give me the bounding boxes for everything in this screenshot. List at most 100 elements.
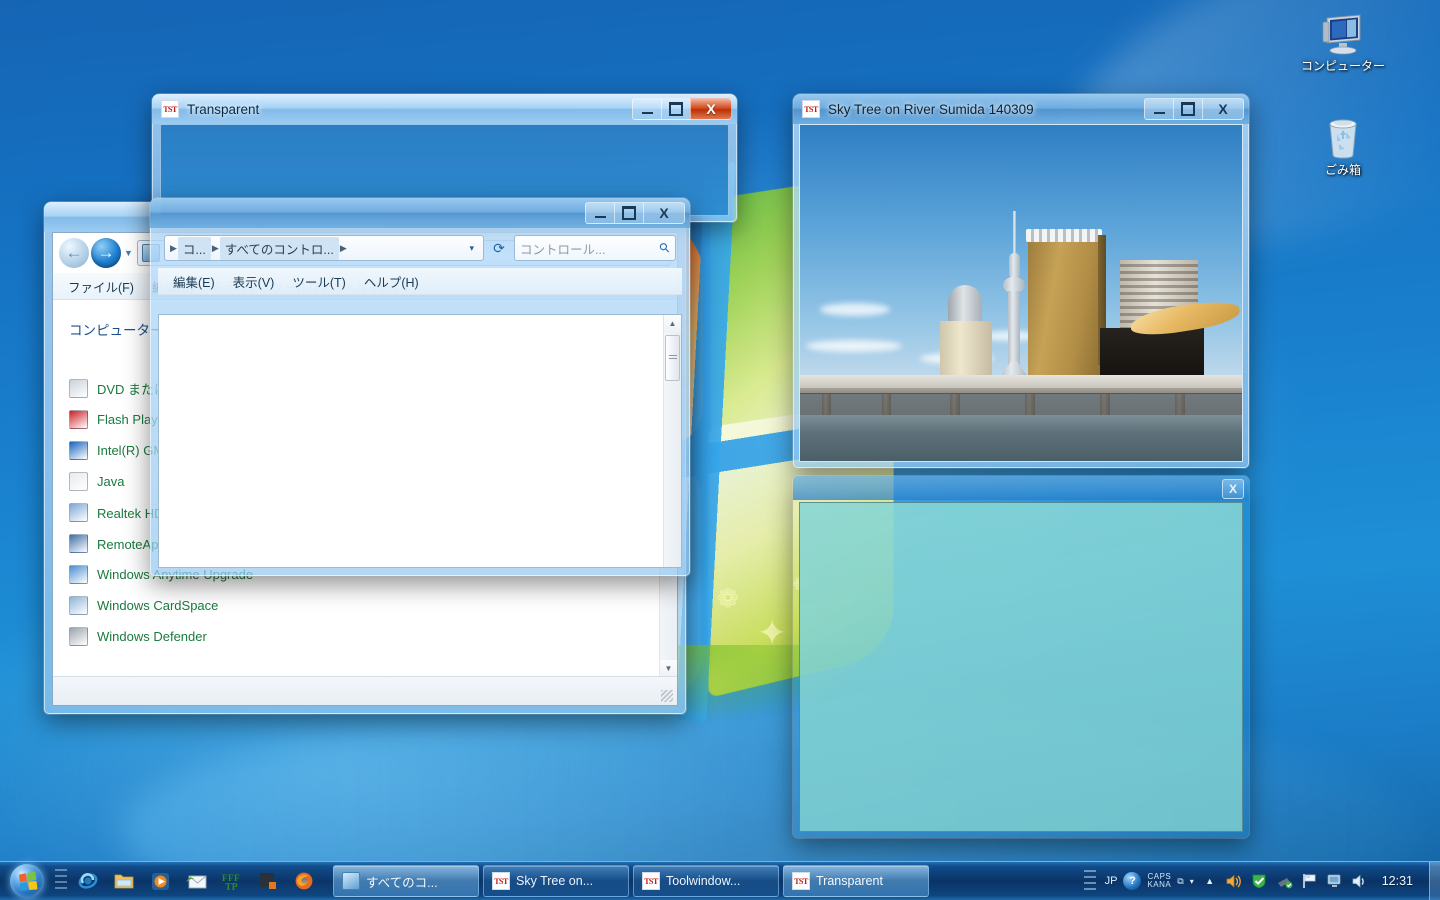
minimize-button[interactable] bbox=[632, 98, 661, 120]
dark-app-icon[interactable] bbox=[257, 870, 279, 892]
show-desktop-button[interactable] bbox=[1429, 862, 1440, 900]
taskbar-button[interactable]: TST Sky Tree on... bbox=[483, 865, 629, 897]
back-button[interactable]: ← bbox=[59, 238, 89, 268]
desktop-icon-computer[interactable]: コンピューター bbox=[1288, 6, 1398, 74]
network-icon[interactable] bbox=[1276, 872, 1294, 890]
ime-help-icon[interactable]: ? bbox=[1123, 872, 1142, 890]
folder-icon[interactable] bbox=[113, 870, 135, 892]
scroll-down-arrow-icon[interactable]: ▼ bbox=[660, 660, 677, 677]
taskbar-window-buttons[interactable]: すべてのコ... TST Sky Tree on... TST Toolwindow..… bbox=[333, 865, 929, 897]
quick-launch-grip[interactable] bbox=[55, 869, 67, 893]
taskbar-button-label: Transparent bbox=[816, 874, 883, 888]
breadcrumb-arrow-icon[interactable]: ▶ bbox=[339, 243, 348, 254]
recycle-bin-icon bbox=[1288, 110, 1398, 160]
resize-grip[interactable] bbox=[661, 690, 673, 702]
ime-kana-label: KANA bbox=[1147, 880, 1172, 889]
chevron-down-icon[interactable]: ▾ bbox=[1190, 877, 1194, 886]
taskbar-button[interactable]: TST Transparent bbox=[783, 865, 929, 897]
flash-icon bbox=[69, 410, 88, 429]
menu-tools[interactable]: ツール(T) bbox=[283, 269, 354, 294]
explorer-status-bar bbox=[53, 676, 677, 705]
ime-language-label[interactable]: JP bbox=[1105, 875, 1118, 887]
system-tray[interactable]: JP ? CAPS KANA ⧉ ▾ ▲ 12:31 bbox=[1083, 862, 1429, 900]
forward-button[interactable]: → bbox=[91, 238, 121, 268]
desktop-icon-label: ごみ箱 bbox=[1324, 163, 1361, 177]
computer-icon bbox=[1288, 6, 1398, 56]
security-shield-icon[interactable] bbox=[1251, 872, 1269, 890]
intel-icon bbox=[69, 441, 88, 460]
transparent-titlebar[interactable]: TST Transparent X bbox=[152, 94, 737, 124]
media-player-icon[interactable] bbox=[149, 870, 171, 892]
maximize-button[interactable] bbox=[1173, 98, 1202, 120]
menu-edit[interactable]: 編集(E) bbox=[164, 269, 224, 294]
tst-app-icon[interactable]: TST bbox=[161, 100, 179, 118]
breadcrumb-item-1[interactable]: すべてのコントロ... bbox=[219, 236, 339, 260]
tst-app-icon: TST bbox=[492, 872, 510, 890]
menu-view[interactable]: 表示(V) bbox=[224, 269, 284, 294]
close-button[interactable]: X bbox=[690, 98, 732, 120]
skytree-titlebar[interactable]: TST Sky Tree on River Sumida 140309 X bbox=[793, 94, 1249, 124]
control-panel-item[interactable]: Windows CardSpace bbox=[69, 590, 677, 621]
tst-app-icon[interactable]: TST bbox=[802, 100, 820, 118]
ime-caps-kana-indicator[interactable]: CAPS KANA bbox=[1147, 872, 1172, 890]
taskbar-button-label: Toolwindow... bbox=[666, 874, 741, 888]
scrollbar-thumb[interactable] bbox=[665, 335, 680, 381]
taskbar-button[interactable]: TST Toolwindow... bbox=[633, 865, 779, 897]
java-icon bbox=[69, 472, 88, 491]
maximize-button[interactable] bbox=[661, 98, 690, 120]
speaker-icon[interactable] bbox=[1351, 872, 1369, 890]
river-water bbox=[800, 415, 1242, 461]
address-bar[interactable]: ▶ コ... ▶ すべてのコントロ... ▶ ▾ bbox=[164, 235, 484, 261]
start-button[interactable] bbox=[2, 863, 52, 899]
taskbar-button[interactable]: すべてのコ... bbox=[333, 865, 479, 897]
flag-action-center-icon[interactable] bbox=[1301, 872, 1319, 890]
chevron-down-icon[interactable]: ▼ bbox=[124, 248, 133, 258]
window-toolwindow[interactable]: X bbox=[793, 476, 1249, 838]
menu-file[interactable]: ファイル(F) bbox=[59, 274, 143, 299]
window-control-panel[interactable]: X ▶ コ... ▶ すべてのコントロ... ▶ ▾ ⟳ コントロール... ⚲… bbox=[150, 198, 690, 576]
close-button[interactable]: X bbox=[643, 202, 685, 224]
control-panel-titlebar[interactable]: X bbox=[150, 198, 690, 228]
refresh-icon[interactable]: ⟳ bbox=[487, 236, 511, 260]
search-icon: ⚲ bbox=[656, 238, 674, 257]
control-panel-item[interactable]: Windows Defender bbox=[69, 621, 677, 652]
maximize-button[interactable] bbox=[614, 202, 643, 224]
toolwindow-titlebar[interactable]: X bbox=[793, 476, 1249, 500]
breadcrumb-arrow-icon: ▶ bbox=[211, 242, 219, 253]
ime-toolbar-icon[interactable]: ⧉ bbox=[1177, 876, 1183, 887]
scroll-up-arrow-icon[interactable]: ▲ bbox=[664, 315, 681, 332]
search-input[interactable]: コントロール... ⚲ bbox=[514, 235, 676, 261]
upgrade-icon bbox=[69, 565, 88, 584]
caption-buttons: X bbox=[632, 98, 732, 120]
ffftp-icon[interactable]: F F F TP bbox=[221, 870, 243, 892]
close-button[interactable]: X bbox=[1202, 98, 1244, 120]
firefox-icon[interactable] bbox=[293, 870, 315, 892]
minimize-button[interactable] bbox=[1144, 98, 1173, 120]
windows-start-orb-icon bbox=[10, 864, 44, 898]
control-panel-item-label: Windows Defender bbox=[97, 629, 207, 644]
caption-buttons: X bbox=[585, 202, 685, 224]
internet-explorer-icon[interactable] bbox=[77, 870, 99, 892]
ime-language-bar[interactable]: JP ? CAPS KANA ⧉ ▾ bbox=[1105, 872, 1194, 890]
volume-tray-icon[interactable] bbox=[1226, 872, 1244, 890]
taskbar[interactable]: F F F TP すべてのコ... TST Sky Tree on... TST Toolwi… bbox=[0, 861, 1440, 900]
cardspace-icon bbox=[69, 596, 88, 615]
tray-grip[interactable] bbox=[1083, 870, 1096, 892]
menu-help[interactable]: ヘルプ(H) bbox=[355, 269, 428, 294]
window-skytree[interactable]: TST Sky Tree on River Sumida 140309 X bbox=[793, 94, 1249, 468]
desktop-icon-recycle-bin[interactable]: ごみ箱 bbox=[1288, 110, 1398, 178]
tray-overflow-arrow-icon[interactable]: ▲ bbox=[1201, 872, 1219, 890]
window-title: Sky Tree on River Sumida 140309 bbox=[828, 101, 1034, 117]
minimize-button[interactable] bbox=[585, 202, 614, 224]
control-panel-scrollbar[interactable]: ▲ bbox=[663, 315, 681, 567]
display-icon[interactable] bbox=[1326, 872, 1344, 890]
breadcrumb-item-0[interactable]: コ... bbox=[177, 236, 211, 260]
close-button[interactable]: X bbox=[1222, 479, 1244, 499]
address-dropdown-icon[interactable]: ▾ bbox=[464, 243, 479, 254]
taskbar-clock[interactable]: 12:31 bbox=[1376, 874, 1423, 888]
mail-icon[interactable] bbox=[185, 870, 207, 892]
control-panel-menubar[interactable]: 編集(E) 表示(V) ツール(T) ヘルプ(H) bbox=[158, 268, 682, 295]
remoteapp-icon bbox=[69, 534, 88, 553]
control-panel-item-label: Java bbox=[97, 474, 125, 489]
quick-launch-bar[interactable]: F F F TP bbox=[77, 870, 315, 892]
